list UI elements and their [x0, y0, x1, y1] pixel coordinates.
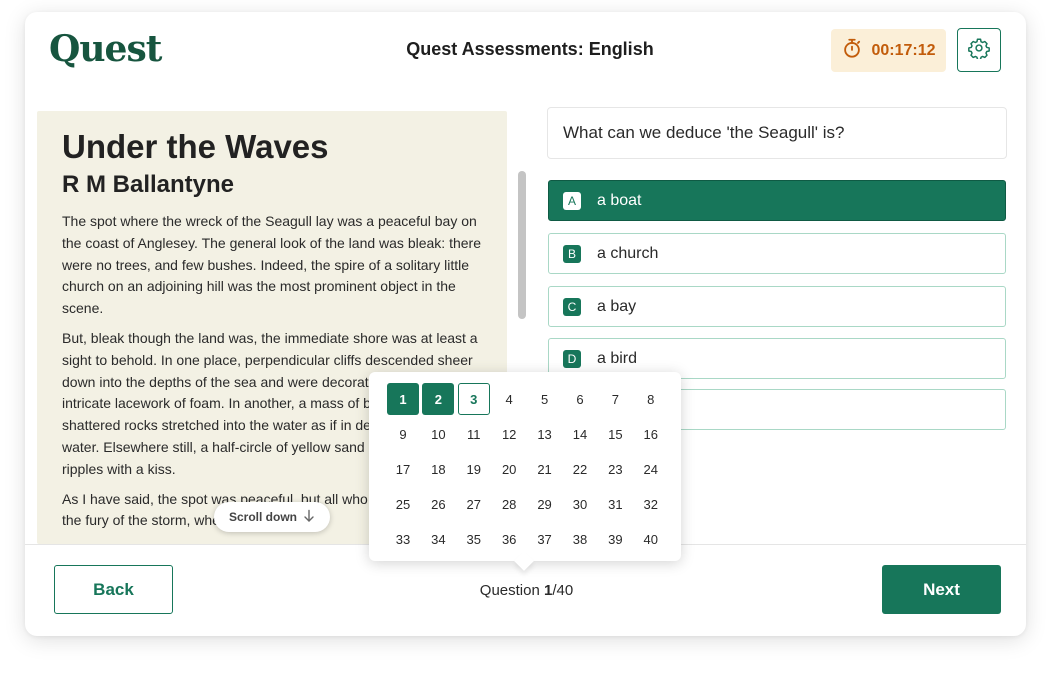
question-nav-item[interactable]: 27 [458, 488, 490, 520]
option-letter: C [563, 297, 581, 316]
question-nav-item[interactable]: 10 [422, 418, 454, 450]
next-button[interactable]: Next [882, 565, 1001, 614]
answer-option-b[interactable]: B a church [548, 233, 1006, 274]
timer: 00:17:12 [831, 29, 946, 72]
scroll-down-label: Scroll down [228, 510, 297, 524]
question-nav-item[interactable]: 19 [458, 453, 490, 485]
question-nav-item[interactable]: 21 [529, 453, 561, 485]
answer-option-a[interactable]: A a boat [548, 180, 1006, 221]
back-button[interactable]: Back [54, 565, 173, 614]
option-text: a boat [597, 191, 642, 209]
passage-scrollbar[interactable] [518, 171, 526, 319]
scroll-down-button[interactable]: Scroll down [214, 502, 330, 532]
stopwatch-icon [841, 37, 863, 64]
question-nav-item[interactable]: 4 [493, 383, 525, 415]
question-nav-item[interactable]: 22 [564, 453, 596, 485]
question-nav-item[interactable]: 33 [387, 523, 419, 555]
option-text: a bird [597, 349, 638, 367]
question-text: What can we deduce 'the Seagull' is? [547, 107, 1007, 159]
question-nav-item[interactable]: 37 [529, 523, 561, 555]
question-nav-item[interactable]: 30 [564, 488, 596, 520]
assessment-card: Quest Quest Assessments: English 00:17:1… [25, 12, 1026, 636]
question-nav-item[interactable]: 25 [387, 488, 419, 520]
question-nav-item[interactable]: 8 [635, 383, 667, 415]
question-nav-item[interactable]: 29 [529, 488, 561, 520]
question-nav-item[interactable]: 5 [529, 383, 561, 415]
answer-option-c[interactable]: C a bay [548, 286, 1006, 327]
question-nav-item[interactable]: 39 [599, 523, 631, 555]
option-letter: D [563, 349, 581, 368]
question-counter[interactable]: Question 1/40 [425, 582, 628, 599]
question-nav-item[interactable]: 12 [493, 418, 525, 450]
question-nav-item[interactable]: 1 [387, 383, 419, 415]
question-nav-item[interactable]: 31 [599, 488, 631, 520]
option-letter: B [563, 244, 581, 263]
question-nav-item[interactable]: 40 [635, 523, 667, 555]
question-nav-item[interactable]: 7 [599, 383, 631, 415]
gear-icon [968, 37, 990, 64]
question-nav-item[interactable]: 24 [635, 453, 667, 485]
question-nav-item[interactable]: 36 [493, 523, 525, 555]
question-nav-item[interactable]: 3 [457, 383, 490, 415]
question-nav-item[interactable]: 17 [387, 453, 419, 485]
passage-title: Under the Waves [62, 128, 329, 165]
option-text: a church [597, 244, 659, 262]
question-nav-item[interactable]: 28 [493, 488, 525, 520]
question-nav-item[interactable]: 20 [493, 453, 525, 485]
question-nav-item[interactable]: 6 [564, 383, 596, 415]
settings-button[interactable] [957, 28, 1001, 72]
question-nav-item[interactable]: 23 [599, 453, 631, 485]
question-nav-item[interactable]: 11 [458, 418, 490, 450]
question-nav-item[interactable]: 16 [635, 418, 667, 450]
option-text: a bay [597, 297, 637, 315]
question-nav-item[interactable]: 2 [422, 383, 455, 415]
question-counter-prefix: Question [479, 582, 544, 599]
option-letter: A [563, 191, 581, 210]
question-nav-item[interactable]: 9 [387, 418, 419, 450]
question-nav-item[interactable]: 34 [422, 523, 454, 555]
question-counter-total: /40 [552, 582, 574, 599]
timer-value: 00:17:12 [871, 41, 936, 59]
question-nav-item[interactable]: 14 [564, 418, 596, 450]
question-nav-item[interactable]: 38 [564, 523, 596, 555]
question-navigator: 1 2 3 4 5 6 7 8 9 10 11 12 13 14 15 16 17 18 19 20 21 22 23 24 2… [369, 372, 681, 561]
question-nav-item[interactable]: 15 [599, 418, 631, 450]
arrow-down-icon [303, 509, 315, 526]
question-grid: 1 2 3 4 5 6 7 8 9 10 11 12 13 14 15 16 17 18 19 20 21 22 23 24 2… [387, 383, 663, 555]
question-nav-item[interactable]: 18 [422, 453, 454, 485]
question-nav-item[interactable]: 26 [422, 488, 454, 520]
passage-paragraph: The spot where the wreck of the Seagull … [62, 213, 481, 317]
question-nav-item[interactable]: 32 [635, 488, 667, 520]
passage-author: R M Ballantyne [62, 171, 235, 198]
question-nav-item[interactable]: 35 [458, 523, 490, 555]
question-nav-item[interactable]: 13 [529, 418, 561, 450]
